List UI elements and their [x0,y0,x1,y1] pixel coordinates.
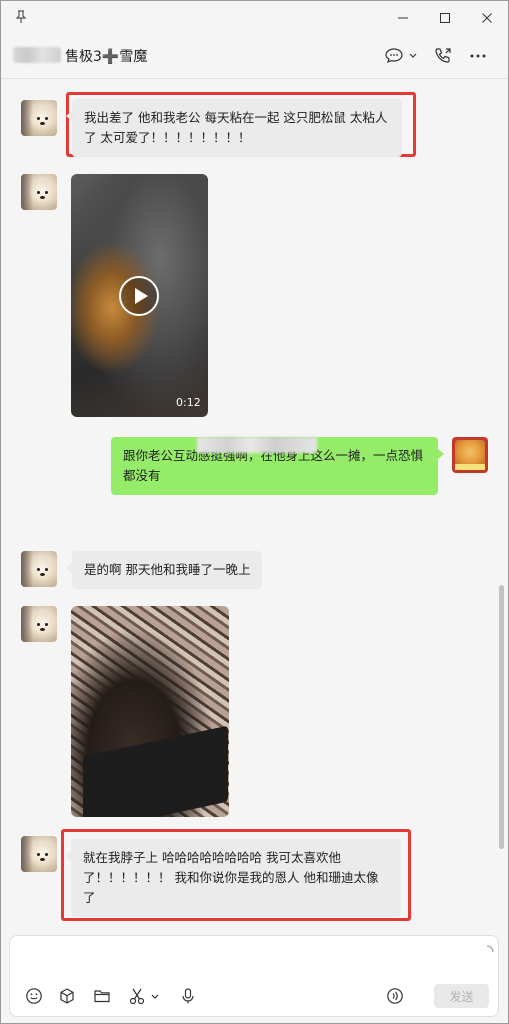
phone-icon[interactable] [433,45,453,67]
chat-bubble-icon[interactable] [385,45,419,67]
send-button[interactable]: 发送 [434,984,489,1008]
emoji-icon[interactable] [25,987,43,1005]
my-avatar[interactable] [452,437,488,473]
play-icon[interactable] [119,276,159,316]
avatar[interactable] [21,174,57,210]
scissors-icon[interactable] [128,987,162,1005]
chat-header: 售极3➕雪魔 [1,35,508,79]
video-message[interactable]: 0:12 [71,174,208,417]
chat-title[interactable]: 售极3➕雪魔 [65,46,147,66]
more-icon[interactable] [469,45,487,67]
minimize-icon[interactable] [389,5,417,31]
avatar[interactable] [21,836,57,872]
message-list[interactable]: 我出差了 他和我老公 每天粘在一起 这只肥松鼠 太粘人了 太可爱了！！！！！！！… [1,80,508,931]
resize-icon[interactable] [484,940,494,959]
scrollbar[interactable] [499,585,504,849]
chat-window: 售极3➕雪魔 我出差了 他和我老公 每天粘在一起 这只肥松鼠 太粘人了 太可爱了… [0,0,509,1024]
close-icon[interactable] [473,5,501,31]
avatar[interactable] [21,100,57,136]
avatar[interactable] [21,551,57,587]
message-bubble[interactable]: 我出差了 他和我老公 每天粘在一起 这只肥松鼠 太粘人了 太可爱了！！！！！！！… [66,99,402,157]
message-input[interactable]: 发送 [9,935,499,1017]
image-message[interactable] [71,606,229,817]
microphone-icon[interactable] [179,987,197,1005]
blurred-name [13,47,61,63]
chevron-down-icon [409,53,417,58]
message-bubble[interactable]: 是的啊 那天他和我睡了一晚上 [65,551,263,589]
folder-icon[interactable] [93,987,111,1005]
cube-icon[interactable] [58,987,76,1005]
pin-icon[interactable] [13,9,29,25]
title-bar [1,1,508,35]
video-duration: 0:12 [176,396,201,409]
avatar[interactable] [21,606,57,642]
message-bubble[interactable]: 就在我脖子上 哈哈哈哈哈哈哈哈 我可太喜欢他了！！！！！！ 我和你说你是我的恩人… [65,839,401,917]
maximize-icon[interactable] [431,5,459,31]
timestamp [197,437,317,453]
voice-call-icon[interactable] [386,987,404,1005]
